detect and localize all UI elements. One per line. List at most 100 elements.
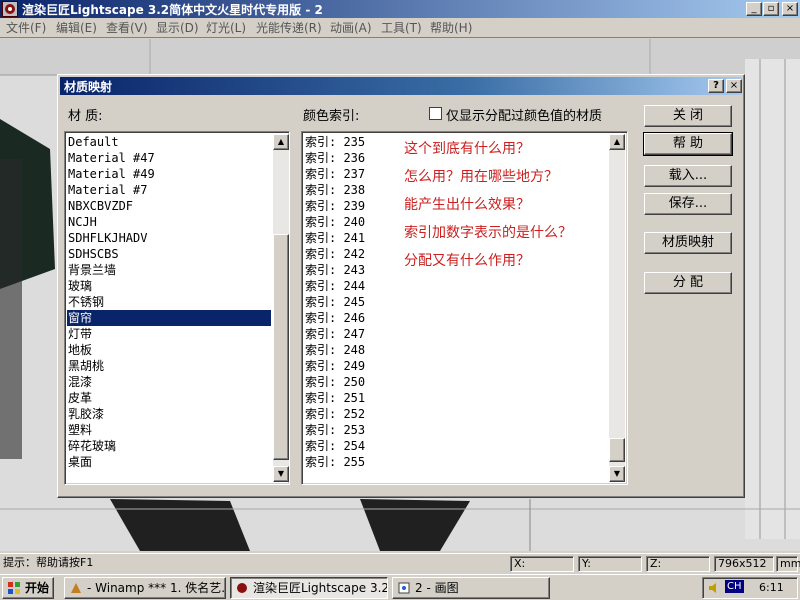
task-label: 渲染巨匠Lightscape 3.2... [253,581,388,595]
color-index-item[interactable]: 索引: 241 [304,230,384,246]
annotation-question: 索引加数字表示的是什么？ [404,225,572,241]
color-index-item[interactable]: 索引: 255 [304,454,384,470]
color-index-item[interactable]: 索引: 248 [304,342,384,358]
resolution-readout: 796x512 [714,556,774,572]
color-index-item[interactable]: 索引: 246 [304,310,384,326]
volume-icon[interactable] [707,581,721,595]
color-index-item[interactable]: 索引: 253 [304,422,384,438]
material-item[interactable]: 玻璃 [67,278,271,294]
material-item[interactable]: 灯带 [67,326,271,342]
start-button[interactable]: 开始 [2,577,54,599]
menu-animation[interactable]: 动画(A) [330,20,372,36]
scroll-up-button[interactable]: ▲ [273,134,289,150]
show-assigned-only-label: 仅显示分配过颜色值的材质 [446,109,603,124]
start-label: 开始 [25,581,50,595]
material-list[interactable]: Default Material #47 Material #49 Material … [64,131,290,485]
scroll-thumb[interactable] [609,438,625,462]
menu-display[interactable]: 显示(D) [156,20,199,36]
material-item[interactable]: SDHFLKJHADV [67,230,271,246]
color-index-item[interactable]: 索引: 235 [304,134,384,150]
color-index-scrollbar[interactable]: ▲ ▼ [609,134,625,482]
winamp-icon [71,583,81,593]
menu-file[interactable]: 文件(F) [6,20,46,36]
unit-readout: mm [776,556,800,572]
material-item[interactable]: NCJH [67,214,271,230]
material-item[interactable]: Material #47 [67,150,271,166]
color-index-item[interactable]: 索引: 247 [304,326,384,342]
material-item[interactable]: 混漆 [67,374,271,390]
task-winamp[interactable]: - Winamp *** 1. 佚名艺... [64,577,226,599]
menu-radiosity[interactable]: 光能传递(R) [256,20,322,36]
material-item[interactable]: 黑胡桃 [67,358,271,374]
dialog-title: 材质映射 [64,80,113,94]
material-item[interactable]: Material #7 [67,182,271,198]
material-item[interactable]: Material #49 [67,166,271,182]
app-title: 渲染巨匠Lightscape 3.2简体中文火星时代专用版 - 2 [22,3,323,17]
material-item[interactable]: 塑料 [67,422,271,438]
load-button[interactable]: 载入... [644,165,732,187]
clock: 6:11 [759,581,784,594]
color-index-item[interactable]: 索引: 237 [304,166,384,182]
menu-help[interactable]: 帮助(H) [430,20,472,36]
material-list-scrollbar[interactable]: ▲ ▼ [273,134,289,482]
scroll-down-button[interactable]: ▼ [609,466,625,482]
color-index-list[interactable]: 索引: 235 索引: 236 索引: 237 索引: 238 索引: 239 索引: 2… [301,131,628,485]
material-mapping-dialog: 材质映射 ? × 材 质: 颜色索引: 仅显示分配过颜色值的材质 Default… [57,74,745,498]
menu-edit[interactable]: 编辑(E) [56,20,97,36]
dialog-help-button[interactable]: ? [708,79,724,93]
material-item[interactable]: 窗帘 [67,310,271,326]
restore-button[interactable]: ▫ [763,2,779,16]
material-item[interactable]: NBXCBVZDF [67,198,271,214]
material-item[interactable]: 不锈钢 [67,294,271,310]
task-paint[interactable]: 2 - 画图 [392,577,550,599]
dialog-close-icon[interactable]: × [726,79,742,93]
color-index-item[interactable]: 索引: 244 [304,278,384,294]
color-index-item[interactable]: 索引: 240 [304,214,384,230]
dialog-title-bar[interactable]: 材质映射 ? × [60,77,742,95]
close-app-button[interactable]: × [782,2,798,16]
color-index-item[interactable]: 索引: 239 [304,198,384,214]
material-map-button[interactable]: 材质映射 [644,232,732,254]
color-index-item[interactable]: 索引: 236 [304,150,384,166]
lightscape-icon [237,583,247,593]
scroll-thumb[interactable] [273,234,289,460]
material-item[interactable]: Default [67,134,271,150]
help-button[interactable]: 帮 助 [643,132,733,156]
z-coordinate: Z: [646,556,710,572]
material-item[interactable]: 皮革 [67,390,271,406]
annotation-question: 这个到底有什么用？ [404,141,530,157]
material-item[interactable]: 桌面 [67,454,271,470]
color-index-item[interactable]: 索引: 251 [304,390,384,406]
task-lightscape[interactable]: 渲染巨匠Lightscape 3.2... [230,577,388,599]
material-item[interactable]: 碎花玻璃 [67,438,271,454]
task-label: - Winamp *** 1. 佚名艺... [87,581,226,595]
save-button[interactable]: 保存... [644,193,732,215]
color-index-item[interactable]: 索引: 250 [304,374,384,390]
scroll-up-button[interactable]: ▲ [609,134,625,150]
color-index-item[interactable]: 索引: 242 [304,246,384,262]
y-coordinate: Y: [578,556,642,572]
app-icon[interactable] [2,1,18,17]
color-index-item[interactable]: 索引: 249 [304,358,384,374]
close-button[interactable]: 关 闭 [644,105,732,127]
color-index-item[interactable]: 索引: 252 [304,406,384,422]
menu-bar: 文件(F) 编辑(E) 查看(V) 显示(D) 灯光(L) 光能传递(R) 动画… [0,18,800,38]
menu-tools[interactable]: 工具(T) [381,20,422,36]
show-assigned-only-checkbox[interactable] [429,107,442,120]
menu-view[interactable]: 查看(V) [106,20,148,36]
menu-light[interactable]: 灯光(L) [206,20,246,36]
color-index-item[interactable]: 索引: 238 [304,182,384,198]
app-title-bar[interactable]: 渲染巨匠Lightscape 3.2简体中文火星时代专用版 - 2 _ ▫ × [0,0,800,18]
ime-indicator[interactable]: CH [725,580,744,593]
assign-button[interactable]: 分 配 [644,272,732,294]
scroll-down-button[interactable]: ▼ [273,466,289,482]
color-index-item[interactable]: 索引: 254 [304,438,384,454]
color-index-item[interactable]: 索引: 245 [304,294,384,310]
status-hint: 提示：帮助请按F1 [3,556,94,569]
material-item[interactable]: SDHSCBS [67,246,271,262]
material-item[interactable]: 背景兰墙 [67,262,271,278]
material-item[interactable]: 乳胶漆 [67,406,271,422]
material-item[interactable]: 地板 [67,342,271,358]
minimize-button[interactable]: _ [746,2,762,16]
color-index-item[interactable]: 索引: 243 [304,262,384,278]
